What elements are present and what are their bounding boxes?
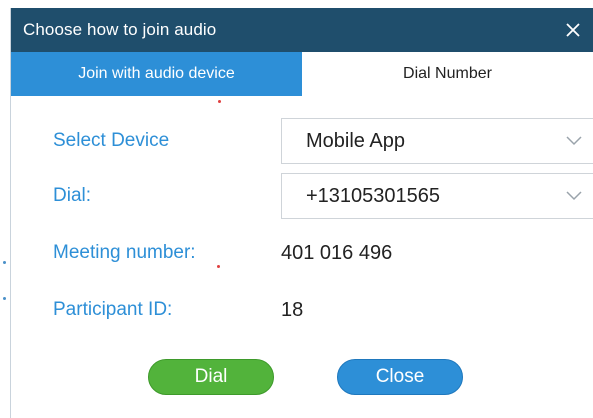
participant-id-row: Participant ID: 18 <box>53 295 593 325</box>
tab-label: Join with audio device <box>78 64 235 82</box>
meeting-number-value: 401 016 496 <box>281 241 393 264</box>
participant-id-value: 18 <box>281 298 304 321</box>
meeting-number-label: Meeting number: <box>53 242 196 263</box>
close-button[interactable]: Close <box>337 359 463 395</box>
audio-tabs: Join with audio device Dial Number <box>11 52 593 96</box>
select-device-value: Mobile App <box>306 129 405 152</box>
dial-number-value: +13105301565 <box>306 184 441 207</box>
dial-button-label: Dial <box>194 366 228 387</box>
join-audio-dialog: Choose how to join audio Join with audio… <box>10 8 593 418</box>
dial-button[interactable]: Dial <box>148 359 274 395</box>
participant-id-label: Participant ID: <box>53 299 173 320</box>
select-device-row: Select Device Mobile App <box>53 118 593 164</box>
tab-label: Dial Number <box>403 65 492 82</box>
chevron-down-icon <box>566 191 582 201</box>
close-icon <box>566 23 580 37</box>
edge-marker <box>3 261 6 264</box>
dial-row: Dial: +13105301565 <box>53 173 593 219</box>
dial-number-dropdown[interactable]: +13105301565 <box>281 173 593 219</box>
edge-marker <box>3 297 6 300</box>
dialog-title: Choose how to join audio <box>23 20 217 39</box>
close-button-label: Close <box>375 366 425 387</box>
tab-dial-number[interactable]: Dial Number <box>302 52 593 96</box>
meeting-number-row: Meeting number: 401 016 496 <box>53 238 593 268</box>
marker-dot <box>217 265 220 268</box>
select-device-dropdown[interactable]: Mobile App <box>281 118 593 164</box>
title-bar: Choose how to join audio <box>11 8 593 52</box>
marker-dot <box>218 100 221 103</box>
chevron-down-icon <box>566 136 582 146</box>
select-device-label: Select Device <box>53 130 170 151</box>
dial-label: Dial: <box>53 185 92 206</box>
tab-join-with-audio-device[interactable]: Join with audio device <box>11 52 302 96</box>
close-window-button[interactable] <box>553 8 593 52</box>
